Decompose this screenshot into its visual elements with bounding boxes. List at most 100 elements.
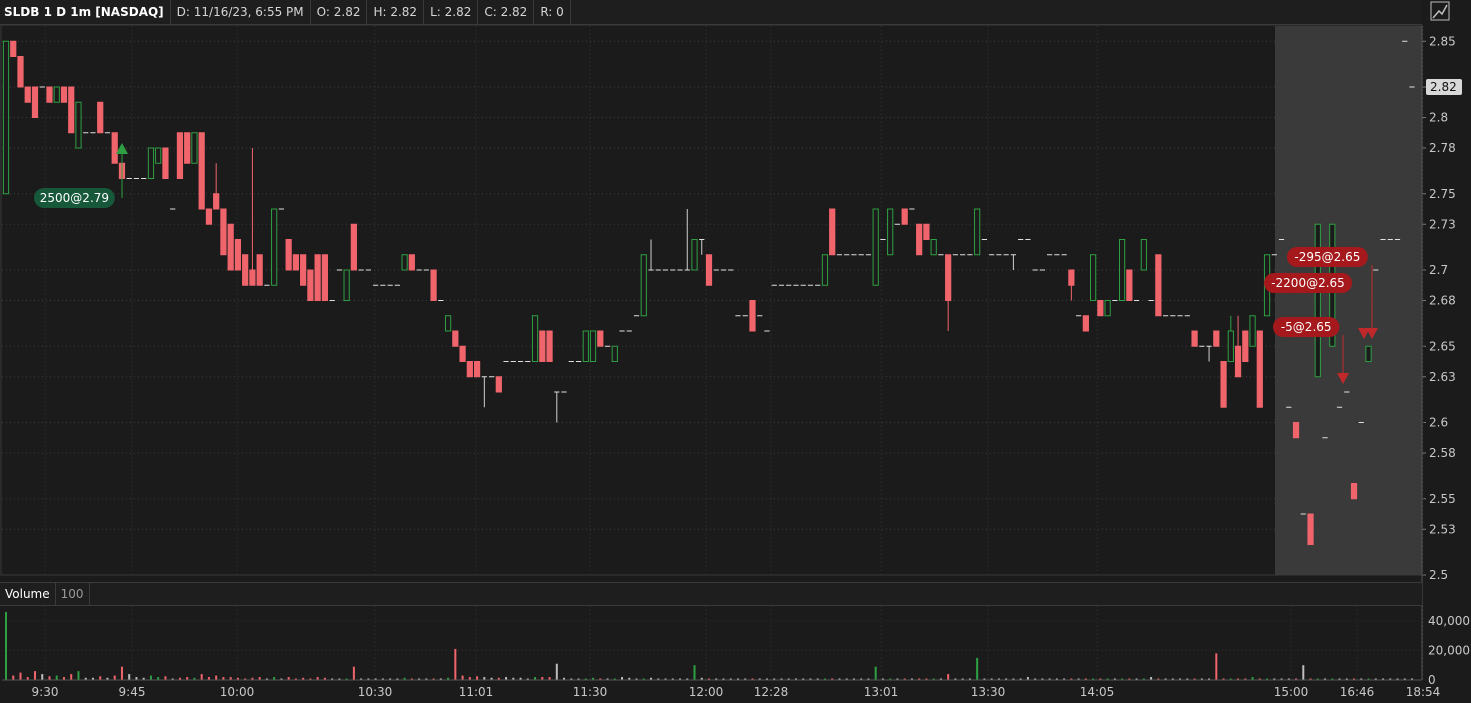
candle-body — [1292, 422, 1300, 439]
time-tick-label: 15:00 — [1274, 685, 1309, 699]
candle-body — [582, 330, 589, 362]
extended-hours-shade — [1275, 26, 1422, 575]
candle-body — [1097, 300, 1104, 317]
volume-bar — [77, 671, 80, 680]
candle-body — [1220, 361, 1227, 408]
volume-bar — [874, 666, 877, 680]
candle-body — [495, 376, 502, 393]
volume-tick-label: 0 — [1428, 673, 1436, 687]
sell-annotation-2: -2200@2.65 — [1271, 276, 1345, 290]
candle-body — [46, 86, 53, 103]
candle-body — [60, 86, 68, 103]
candle-body — [97, 101, 104, 134]
range-readout: R: 0 — [534, 0, 571, 24]
candle-body — [459, 345, 466, 362]
candle-body — [205, 208, 213, 225]
candle-body — [945, 254, 952, 301]
candle-body — [155, 147, 162, 164]
time-tick-label: 13:30 — [971, 685, 1006, 699]
volume-bar — [113, 675, 116, 680]
volume-bar — [1215, 653, 1218, 680]
close-readout: C: 2.82 — [478, 0, 535, 24]
candle-body — [271, 208, 278, 286]
candle-body — [974, 208, 981, 256]
open-readout: O: 2.82 — [311, 0, 368, 24]
low-readout: L: 2.82 — [424, 0, 479, 24]
candle-body — [473, 361, 481, 378]
volume-bar — [120, 666, 123, 680]
volume-bar — [1302, 665, 1305, 680]
chart-stage[interactable]: 2.85 2.82 2.8 2.78 2.75 2.73 2.7 2.68 2.65 2.63 2.… — [0, 0, 1471, 703]
candle-body — [1307, 513, 1314, 545]
candle-body — [1227, 330, 1234, 362]
volume-header: Volume 100 — [0, 582, 1422, 606]
volume-bar — [12, 675, 15, 680]
price-tick-label: 2.78 — [1429, 141, 1456, 155]
volume-bar — [215, 675, 218, 680]
volume-bar — [476, 676, 479, 680]
volume-bar — [976, 657, 979, 680]
candle-body — [68, 86, 75, 134]
volume-pane-bg — [2, 606, 1422, 680]
candle-body — [234, 239, 242, 271]
candle-body — [872, 208, 879, 286]
candle-body — [546, 330, 553, 362]
time-tick-label: 11:30 — [573, 685, 608, 699]
candle-body — [1213, 330, 1220, 347]
candle-body — [227, 223, 234, 271]
candle-body — [1118, 239, 1126, 301]
candle-body — [430, 269, 437, 301]
volume-bar — [19, 672, 22, 680]
candle-body — [691, 239, 698, 271]
volume-bar — [693, 665, 696, 680]
volume-bar — [461, 675, 464, 680]
price-tick-label: 2.6 — [1429, 416, 1448, 430]
volume-label[interactable]: Volume — [0, 583, 56, 605]
candle-body — [198, 132, 205, 210]
price-tick-label: 2.75 — [1429, 187, 1456, 201]
buy-annotation: 2500@2.79 — [40, 191, 109, 205]
candle-body — [452, 330, 459, 347]
date-readout: D: 11/16/23, 6:55 PM — [171, 0, 311, 24]
candle-body — [1350, 483, 1358, 500]
candle-body — [1256, 330, 1263, 408]
time-tick-label: 9:45 — [119, 685, 146, 699]
price-tick-label: 2.8 — [1429, 111, 1448, 125]
drawing-tool-icon[interactable] — [1423, 0, 1471, 24]
volume-bar — [99, 676, 102, 680]
volume-bar — [149, 675, 152, 680]
candle-body — [242, 254, 249, 286]
volume-bar — [200, 674, 203, 680]
candle-body — [916, 223, 923, 256]
time-tick-label: 16:46 — [1340, 685, 1375, 699]
candle-body — [111, 132, 118, 164]
candle-body — [321, 254, 328, 301]
candle-body — [466, 361, 473, 378]
time-tick-label: 10:30 — [358, 685, 393, 699]
candle-body — [213, 193, 220, 210]
time-tick-label: 10:00 — [220, 685, 255, 699]
volume-tick-label: 40,000 — [1428, 614, 1470, 628]
candle-body — [1249, 315, 1256, 347]
candle-body — [705, 254, 713, 286]
sell-annotation-1: -295@2.65 — [1294, 250, 1360, 264]
candle-body — [300, 254, 307, 286]
price-tick-label: 2.68 — [1429, 294, 1456, 308]
volume-bar — [164, 676, 167, 680]
candle-body — [1242, 330, 1249, 362]
price-tick-label: 2.55 — [1429, 492, 1456, 506]
volume-bar — [555, 663, 558, 680]
time-tick-label: 13:01 — [864, 685, 899, 699]
price-tick-label: 2.7 — [1429, 263, 1448, 277]
candle-body — [821, 254, 829, 286]
candle-body — [531, 315, 539, 362]
candle-body — [10, 40, 17, 57]
symbol-label[interactable]: SLDB 1 D 1m [NASDAQ] — [0, 0, 171, 24]
time-tick-label: 12:28 — [754, 685, 789, 699]
candle-body — [314, 254, 321, 301]
candle-body — [176, 132, 184, 179]
candle-body — [24, 86, 31, 103]
price-tick-label: 2.5 — [1429, 568, 1448, 582]
volume-bar — [55, 675, 58, 680]
volume-bar — [128, 674, 131, 680]
